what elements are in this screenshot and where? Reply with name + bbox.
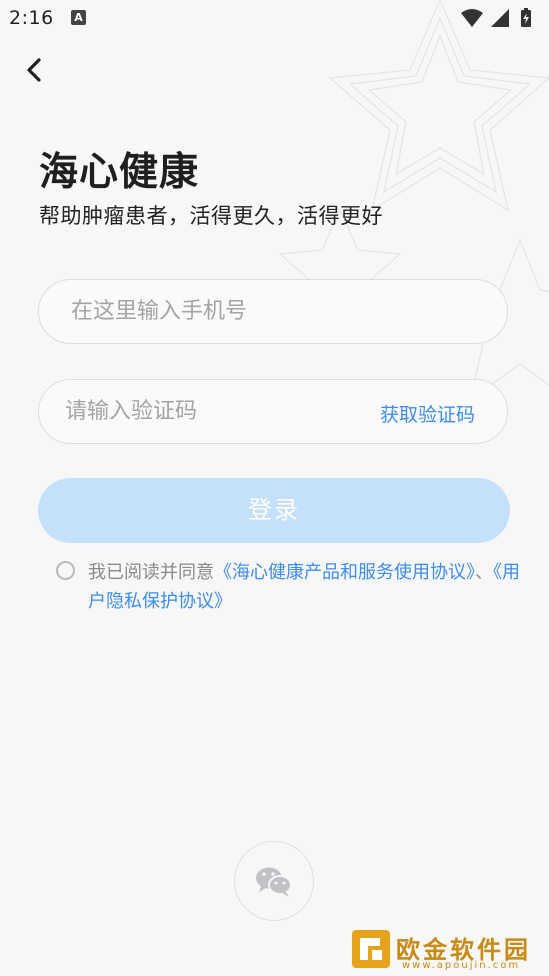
app-slogan: 帮助肿瘤患者，活得更久，活得更好 bbox=[39, 204, 383, 228]
watermark-url: www.apoujin.com bbox=[402, 960, 521, 971]
service-agreement-link[interactable]: 《海心健康产品和服务使用协议》 bbox=[214, 562, 475, 583]
agreement-text: 我已阅读并同意《海心健康产品和服务使用协议》、《用户隐私保护协议》 bbox=[88, 558, 528, 616]
status-time: 2:16 bbox=[9, 7, 54, 29]
notification-icon: A bbox=[71, 10, 86, 25]
back-icon[interactable] bbox=[18, 54, 50, 86]
app-title: 海心健康 bbox=[39, 150, 200, 195]
status-bar: 2:16 A bbox=[0, 0, 549, 38]
phone-field[interactable] bbox=[38, 279, 508, 344]
signal-icon bbox=[491, 9, 509, 27]
wechat-icon bbox=[256, 867, 292, 897]
verification-code-input[interactable] bbox=[39, 380, 359, 443]
watermark-logo bbox=[352, 930, 390, 968]
wechat-login-button[interactable] bbox=[234, 841, 314, 921]
agreement-checkbox[interactable] bbox=[56, 561, 75, 580]
agreement-separator: 、 bbox=[475, 562, 493, 583]
verification-code-field[interactable]: 获取验证码 bbox=[38, 379, 508, 444]
phone-input[interactable] bbox=[39, 280, 507, 343]
get-code-button[interactable]: 获取验证码 bbox=[380, 400, 475, 427]
wifi-icon bbox=[461, 9, 483, 27]
login-button[interactable]: 登录 bbox=[38, 478, 510, 543]
agreement-prefix: 我已阅读并同意 bbox=[88, 562, 214, 583]
status-icons bbox=[461, 8, 531, 27]
